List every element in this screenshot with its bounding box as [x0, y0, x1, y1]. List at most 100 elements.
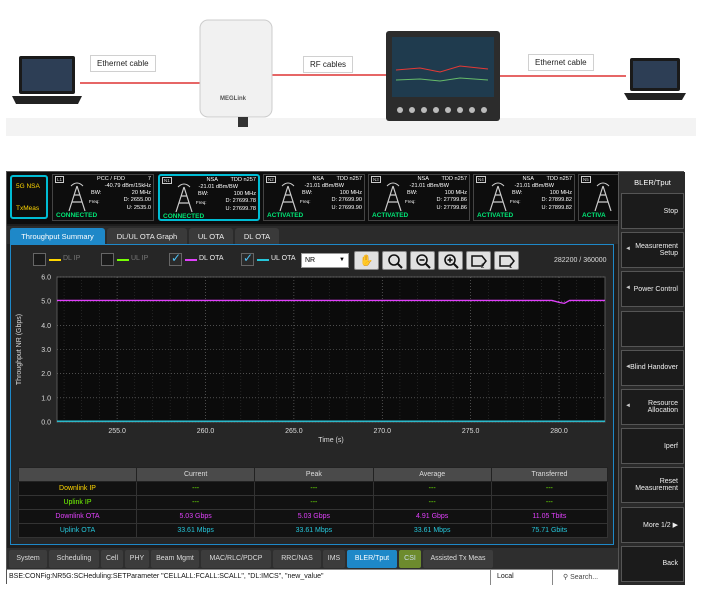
- sample-counter: 282200 / 360000: [554, 257, 607, 264]
- edge-label-rf: RF cables: [303, 56, 354, 73]
- cell-bw-label: BW:: [407, 190, 418, 196]
- menu-item-phy[interactable]: PHY: [125, 550, 149, 568]
- legend-line-ul-ip: [117, 259, 129, 261]
- menu-item-assisted-tx-meas[interactable]: Assisted Tx Meas: [423, 550, 493, 568]
- cell-card-l1[interactable]: L1 PCC / FDD 7 -40.79 dBm/15kHz BW: 20 M…: [52, 174, 154, 221]
- cell-card-n2[interactable]: N2 NSA TDD n257 -21.01 dBm/BW BW: 100 MH…: [263, 174, 365, 221]
- location-indicator: Local: [490, 570, 553, 585]
- x-tick-label: 280.0: [550, 428, 568, 435]
- cell-freq-ul: U: 2535.0: [126, 205, 151, 211]
- menu-item-csi[interactable]: CSI: [399, 550, 421, 568]
- cursor-1-button[interactable]: 1: [494, 251, 519, 270]
- search-field[interactable]: ⚲ Search...: [563, 573, 598, 581]
- row-label: Downlink OTA: [18, 509, 137, 524]
- table-cell: 33.61 Mbps: [372, 523, 492, 538]
- cell-power: -21.01 dBm/BW: [514, 183, 554, 189]
- checkbox-dl-ota[interactable]: [169, 251, 182, 266]
- marker-2-icon: 2: [470, 255, 487, 270]
- search-icon: ⚲: [563, 574, 569, 581]
- softkey-more-1-2[interactable]: More 1/2 ▶: [621, 506, 684, 543]
- pan-hand-button[interactable]: ✋: [354, 251, 379, 270]
- y-tick-label: 2.0: [41, 371, 51, 378]
- cell-tag: N4: [476, 176, 486, 183]
- menu-item-cell[interactable]: Cell: [101, 550, 123, 568]
- softkey-measurement-setup[interactable]: ◄ Measurement Setup: [621, 232, 684, 269]
- throughput-panel: DL IP UL IP DL OTA UL OTA NR ▼ ✋: [10, 244, 614, 545]
- softkey-power-control[interactable]: ◄ Power Control: [621, 271, 684, 308]
- menu-item-bler-tput[interactable]: BLER/Tput: [347, 550, 397, 568]
- menu-item-scheduling[interactable]: Scheduling: [49, 550, 99, 568]
- rat-select-value: NR: [305, 257, 316, 264]
- cell-title: NSA: [522, 176, 534, 182]
- tab-throughput-summary[interactable]: Throughput Summary: [10, 228, 105, 244]
- rat-select[interactable]: NR ▼: [301, 253, 349, 268]
- cell-freq-ul: U: 27899.82: [541, 205, 572, 211]
- softkey-iperf[interactable]: Iperf: [621, 428, 684, 465]
- cell-freq-dl: D: 27699.90: [331, 197, 362, 203]
- laptop-right-icon: [624, 58, 686, 100]
- cell-card-n1[interactable]: N1 NSA TDD n257 -21.01 dBm/BW BW: 100 MH…: [158, 174, 260, 221]
- command-input[interactable]: BSE:CONFig:NR5G:SCHeduling:SETParameter …: [9, 573, 323, 580]
- cell-bw-label: BW:: [512, 190, 523, 196]
- view-tabs: Throughput Summary DL/UL OTA Graph UL OT…: [7, 226, 618, 244]
- tab-dl-ota[interactable]: DL OTA: [235, 228, 279, 244]
- checkbox-ul-ip[interactable]: [101, 253, 114, 266]
- table-row: Uplink OTA 33.61 Mbps 33.61 Mbps 33.61 Mbps…: [18, 523, 609, 538]
- softkey-back[interactable]: Back: [621, 545, 684, 582]
- legend-line-dl-ip: [49, 259, 61, 261]
- mode-line2: TxMeas: [16, 205, 40, 212]
- cell-band: TDD n257: [230, 177, 257, 183]
- cell-card-n4[interactable]: N4 NSA TDD n257 -21.01 dBm/BW BW: 100 MH…: [473, 174, 575, 221]
- cell-tag: L1: [55, 176, 65, 183]
- menu-item-ims[interactable]: IMS: [323, 550, 345, 568]
- cell-freq-ul: U: 27799.86: [436, 205, 467, 211]
- tab-dl-ul-ota-graph[interactable]: DL/UL OTA Graph: [107, 228, 187, 244]
- table-cell: 11.05 Tbits: [490, 509, 609, 524]
- softkey-empty[interactable]: [621, 310, 684, 347]
- cell-power: -21.01 dBm/BW: [409, 183, 449, 189]
- checkbox-dl-ip[interactable]: [33, 253, 46, 266]
- softkey-resource-allocation[interactable]: ◄ Resource Allocation: [621, 389, 684, 425]
- menu-item-system[interactable]: System: [9, 550, 47, 568]
- x-tick-label: 270.0: [373, 428, 391, 435]
- y-tick-label: 3.0: [41, 347, 51, 354]
- cell-card-n5[interactable]: N5 ACTIVA: [578, 174, 618, 221]
- zoom-fit-button[interactable]: [382, 251, 407, 270]
- cell-card-n3[interactable]: N3 NSA TDD n257 -21.01 dBm/BW BW: 100 MH…: [368, 174, 470, 221]
- search-placeholder: Search...: [570, 574, 599, 581]
- zoom-out-button[interactable]: [410, 251, 435, 270]
- cell-power: -21.01 dBm/BW: [198, 184, 238, 190]
- edge-label-ethernet-left: Ethernet cable: [90, 55, 156, 72]
- cell-freq-dl: D: 2655.00: [123, 197, 151, 203]
- softkey-blind-handover[interactable]: ◄ Blind Handover: [621, 349, 684, 386]
- table-cell: ---: [135, 481, 256, 496]
- antenna-tower-icon: [489, 182, 507, 212]
- mode-indicator[interactable]: 5G NSA TxMeas: [10, 175, 48, 219]
- softkey-reset-measurement[interactable]: Reset Measurement: [621, 467, 684, 504]
- table-cell: ---: [372, 481, 492, 496]
- hand-icon: ✋: [359, 255, 374, 267]
- zoom-in-button[interactable]: [438, 251, 463, 270]
- cell-title: NSA: [417, 176, 429, 182]
- cell-freq-dl: D: 27699.78: [225, 198, 256, 204]
- antenna-tower-icon: [594, 182, 612, 212]
- menu-item-mac-rlc-pdcp[interactable]: MAC/RLC/PDCP: [201, 550, 271, 568]
- table-cell: ---: [135, 495, 256, 510]
- y-axis-label: Throughput NR (Gbps): [16, 314, 23, 385]
- y-tick-label: 4.0: [41, 323, 51, 330]
- submenu-arrow-icon: ◄: [625, 285, 631, 292]
- cell-freq-dl: D: 27899.82: [541, 197, 572, 203]
- throughput-table: Current Peak Average Transferred Downlink I…: [18, 467, 609, 538]
- tab-ul-ota[interactable]: UL OTA: [189, 228, 233, 244]
- edge-label-ethernet-right: Ethernet cable: [528, 54, 594, 71]
- menu-item-beam-mgmt[interactable]: Beam Mgmt: [151, 550, 199, 568]
- checkbox-ul-ota[interactable]: [241, 251, 254, 266]
- table-header-cell: Current: [135, 467, 256, 482]
- antenna-tower-icon: [175, 183, 193, 213]
- cell-status: CONNECTED: [56, 212, 98, 219]
- softkey-stop[interactable]: Stop: [621, 193, 684, 229]
- antenna-tower-icon: [279, 182, 297, 212]
- menu-item-rrc-nas[interactable]: RRC/NAS: [273, 550, 321, 568]
- cursor-2-button[interactable]: 2: [466, 251, 491, 270]
- antenna-tower-icon: [384, 182, 402, 212]
